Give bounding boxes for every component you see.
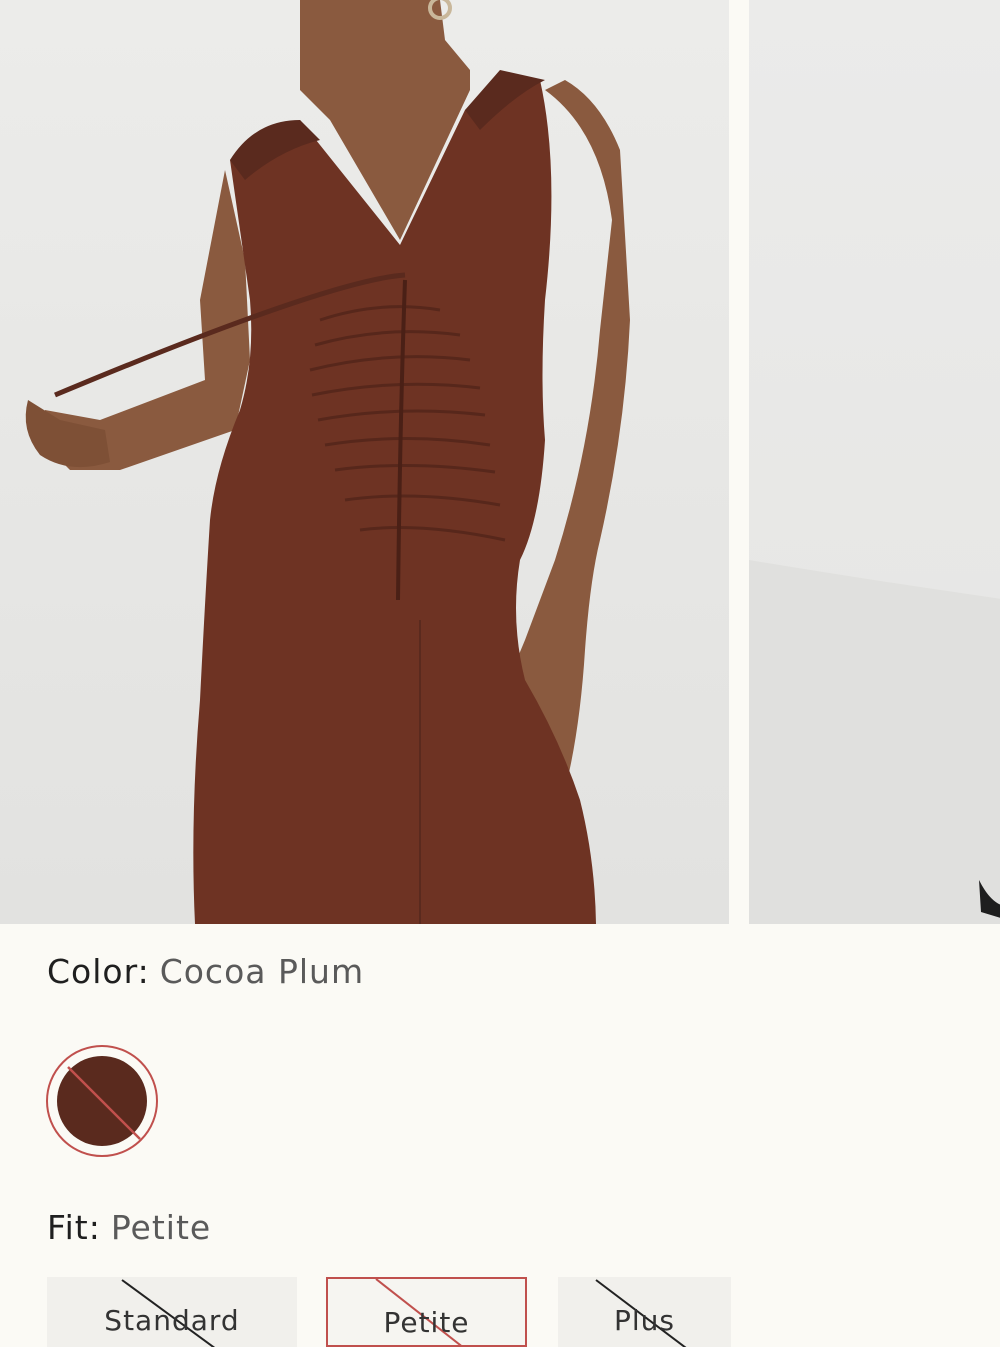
fit-label: Fit: <box>47 1208 101 1247</box>
unavailable-slash-icon <box>67 1066 141 1140</box>
product-image-2[interactable] <box>749 0 1000 924</box>
fit-option-label: Standard <box>104 1304 240 1337</box>
color-selection-label: Color: Cocoa Plum <box>47 952 364 991</box>
fit-selection-label: Fit: Petite <box>47 1208 211 1247</box>
color-value: Cocoa Plum <box>159 952 365 991</box>
fit-value: Petite <box>110 1208 212 1247</box>
product-image-carousel[interactable] <box>0 0 1000 924</box>
model-photo-2 <box>749 560 1000 924</box>
fit-option-plus[interactable]: Plus <box>558 1277 731 1347</box>
model-photo <box>25 0 630 924</box>
fit-option-label: Plus <box>614 1304 675 1337</box>
product-image-1[interactable] <box>0 0 729 924</box>
fit-option-petite[interactable]: Petite <box>326 1277 527 1347</box>
fit-option-label: Petite <box>383 1306 470 1339</box>
color-swatch-cocoa-plum[interactable] <box>46 1045 158 1157</box>
color-label: Color: <box>47 952 150 991</box>
fit-option-standard[interactable]: Standard <box>47 1277 297 1347</box>
